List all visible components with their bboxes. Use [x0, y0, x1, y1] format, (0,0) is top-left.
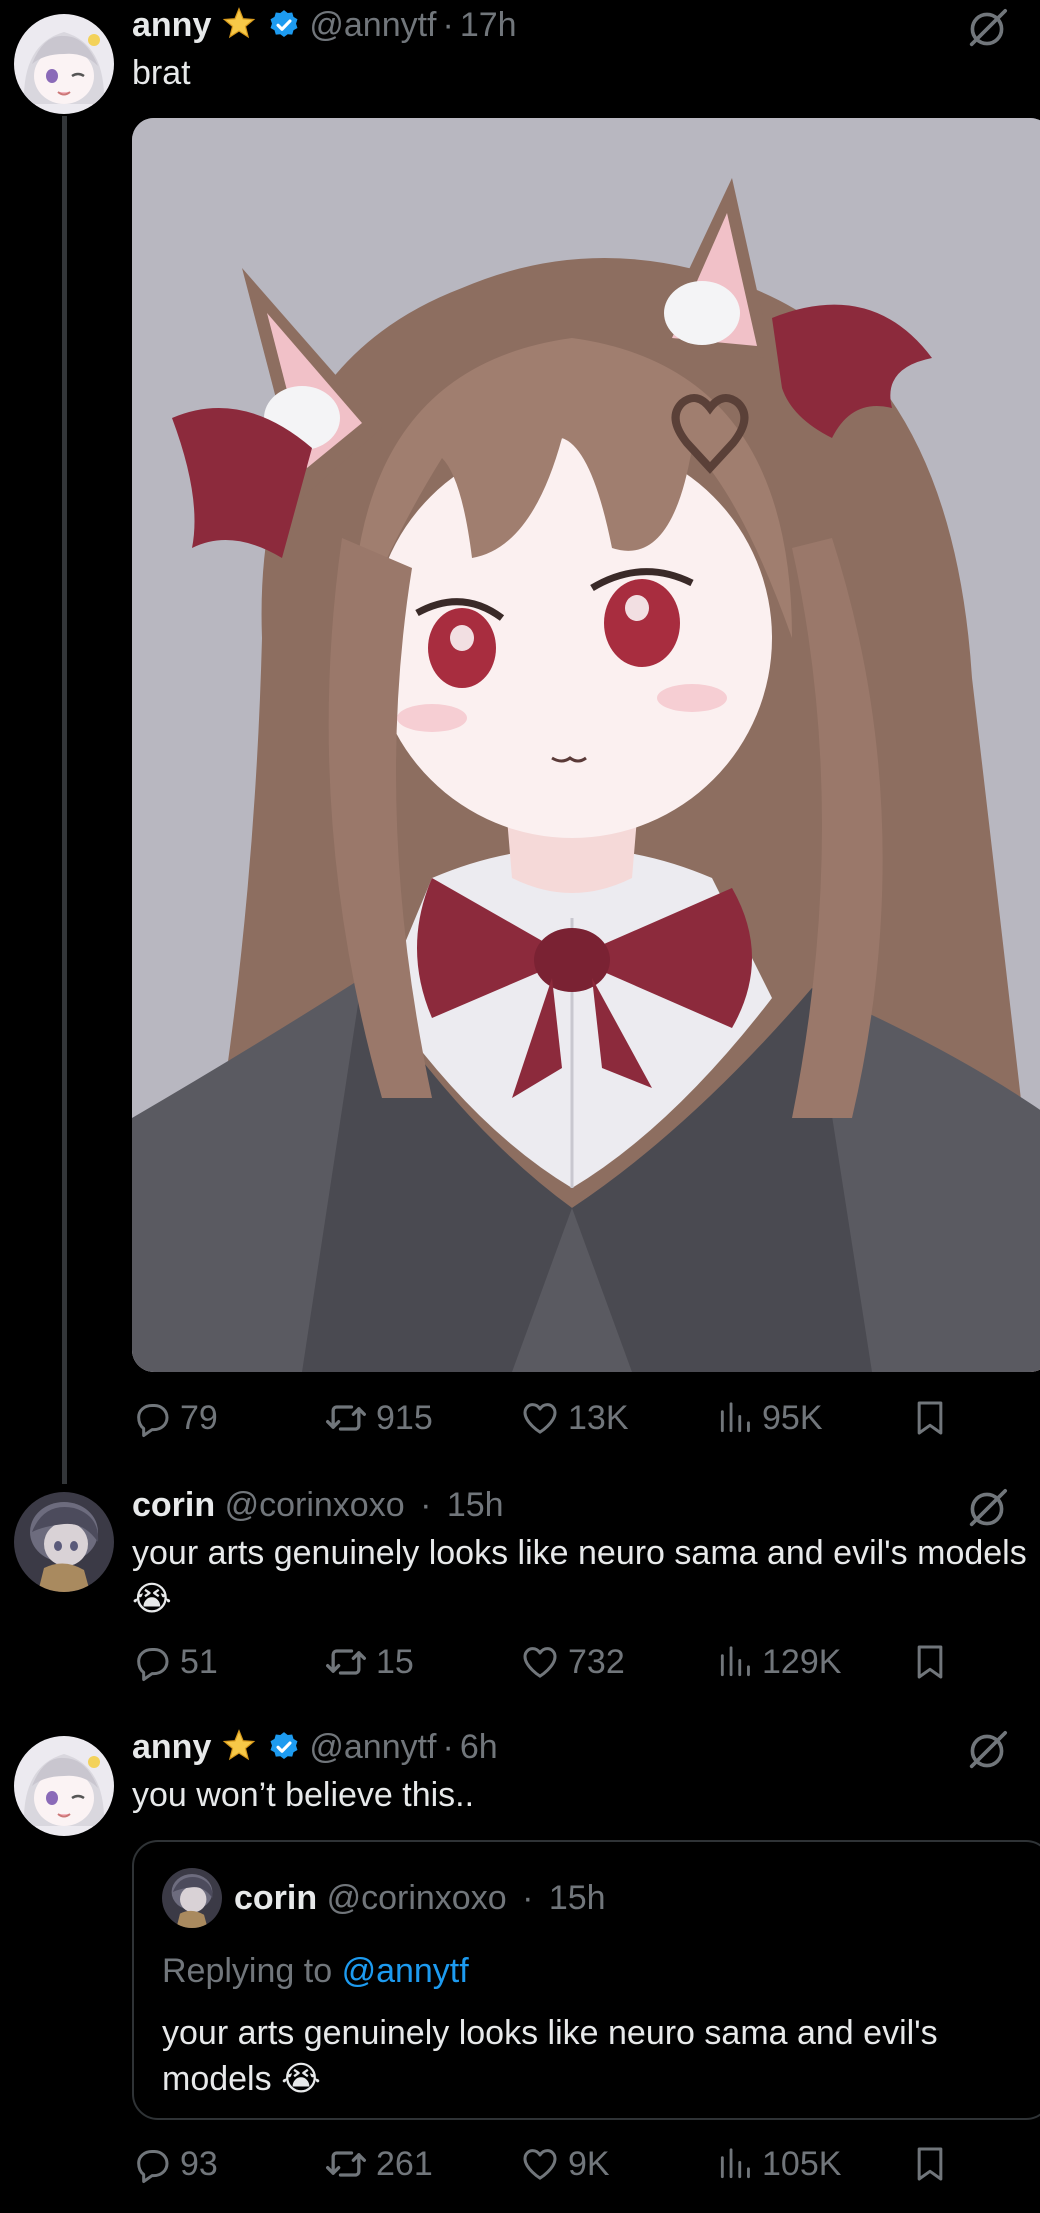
repost-icon [324, 1640, 368, 1684]
bookmark-icon [910, 2144, 950, 2184]
repost-count: 261 [376, 2145, 433, 2183]
quoted-handle[interactable]: @corinxoxo [327, 1879, 507, 1917]
repost-icon [324, 2142, 368, 2186]
repost-button[interactable]: 261 [324, 2134, 433, 2194]
bookmark-button[interactable] [910, 1388, 950, 1448]
reply-icon [132, 2144, 172, 2184]
tweet-actions: 93 261 9K 105K [132, 2134, 952, 2194]
like-button[interactable]: 9K [520, 2134, 610, 2194]
views-button[interactable]: 95K [716, 1388, 823, 1448]
views-icon [716, 2145, 754, 2183]
heart-icon [520, 1398, 560, 1438]
handle[interactable]: @annytf [309, 1728, 436, 1766]
tweet-image[interactable] [132, 118, 1040, 1372]
separator-dot: · [522, 1879, 534, 1917]
tweet-text: brat [132, 54, 191, 92]
repost-count: 915 [376, 1399, 433, 1437]
timestamp[interactable]: 15h [447, 1486, 504, 1524]
reply-tweet-corin[interactable]: corin @corinxoxo · 15h your arts genuine… [0, 1480, 1040, 1720]
separator-dot: · [420, 1486, 432, 1524]
tweet-header: anny @annytf · 17h [132, 0, 1040, 50]
repost-icon [324, 1396, 368, 1440]
quoted-tweet[interactable]: corin @corinxoxo · 15h Replying to @anny… [132, 1840, 1040, 2120]
reply-button[interactable]: 51 [132, 1632, 218, 1692]
quoted-display-name[interactable]: corin [234, 1879, 317, 1917]
replying-to-label: Replying to [162, 1952, 333, 1990]
quoted-text-body: your arts genuinely looks like neuro sam… [162, 2014, 938, 2098]
repost-count: 15 [376, 1643, 414, 1681]
loudly-crying-emoji: 😭 [132, 1580, 172, 1618]
quoted-text: your arts genuinely looks like neuro sam… [162, 2010, 1022, 2102]
handle[interactable]: @corinxoxo [225, 1486, 405, 1524]
like-count: 9K [568, 2145, 610, 2183]
grok-icon[interactable] [964, 6, 1010, 52]
views-count: 105K [762, 2145, 842, 2183]
bookmark-icon [910, 1398, 950, 1438]
tweet-text-body: your arts genuinely looks like neuro sam… [132, 1534, 1027, 1572]
like-button[interactable]: 732 [520, 1632, 625, 1692]
tweet-header: corin @corinxoxo · 15h [132, 1480, 1040, 1530]
star-badge-icon [221, 6, 257, 56]
avatar[interactable] [14, 14, 114, 114]
display-name[interactable]: anny [132, 1728, 211, 1766]
verified-badge-icon[interactable] [267, 6, 301, 56]
heart-icon [520, 1642, 560, 1682]
tweet-anny-brat[interactable]: anny @annytf · 17h brat 79 915 13K 95K [0, 0, 1040, 1480]
reply-icon [132, 1642, 172, 1682]
replying-to: Replying to @annytf [162, 1952, 469, 1991]
reply-button[interactable]: 79 [132, 1388, 218, 1448]
display-name[interactable]: corin [132, 1486, 215, 1524]
tweet-text: your arts genuinely looks like neuro sam… [132, 1530, 1032, 1622]
avatar[interactable] [14, 1492, 114, 1592]
verified-badge-icon[interactable] [267, 1728, 301, 1778]
avatar[interactable] [14, 1736, 114, 1836]
views-count: 95K [762, 1399, 823, 1437]
repost-button[interactable]: 915 [324, 1388, 433, 1448]
quoted-avatar[interactable] [162, 1868, 222, 1928]
timestamp[interactable]: 6h [460, 1728, 498, 1766]
handle[interactable]: @annytf [309, 6, 436, 44]
like-count: 13K [568, 1399, 629, 1437]
quoted-timestamp: 15h [548, 1879, 606, 1917]
tweet-text: you won’t believe this.. [132, 1776, 475, 1814]
views-button[interactable]: 129K [716, 1632, 841, 1692]
like-count: 732 [568, 1643, 625, 1681]
loudly-crying-emoji: 😭 [281, 2060, 321, 2098]
grok-icon[interactable] [964, 1728, 1010, 1774]
separator-dot: · [442, 1728, 454, 1766]
tweet-header: anny @annytf · 6h [132, 1722, 1040, 1772]
tweet-actions: 79 915 13K 95K [132, 1388, 952, 1448]
bookmark-button[interactable] [910, 1632, 950, 1692]
display-name[interactable]: anny [132, 6, 211, 44]
views-icon [716, 1399, 754, 1437]
heart-icon [520, 2144, 560, 2184]
like-button[interactable]: 13K [520, 1388, 629, 1448]
reply-count: 51 [180, 1643, 218, 1681]
grok-icon[interactable] [964, 1486, 1010, 1532]
views-count: 129K [762, 1643, 842, 1681]
bookmark-button[interactable] [910, 2134, 950, 2194]
repost-button[interactable]: 15 [324, 1632, 414, 1692]
star-badge-icon [221, 1728, 257, 1778]
replying-to-mention[interactable]: @annytf [342, 1952, 469, 1990]
reply-icon [132, 1398, 172, 1438]
separator-dot: · [442, 6, 454, 44]
timestamp[interactable]: 17h [460, 6, 517, 44]
bookmark-icon [910, 1642, 950, 1682]
tweet-actions: 51 15 732 129K [132, 1632, 952, 1692]
views-button[interactable]: 105K [716, 2134, 841, 2194]
tweet-anny-quote[interactable]: anny @annytf · 6h you won’t believe this.. … [0, 1722, 1040, 2213]
reply-button[interactable]: 93 [132, 2134, 218, 2194]
reply-count: 79 [180, 1399, 218, 1437]
reply-count: 93 [180, 2145, 218, 2183]
quoted-header: corin @corinxoxo · 15h [234, 1868, 606, 1928]
views-icon [716, 1643, 754, 1681]
